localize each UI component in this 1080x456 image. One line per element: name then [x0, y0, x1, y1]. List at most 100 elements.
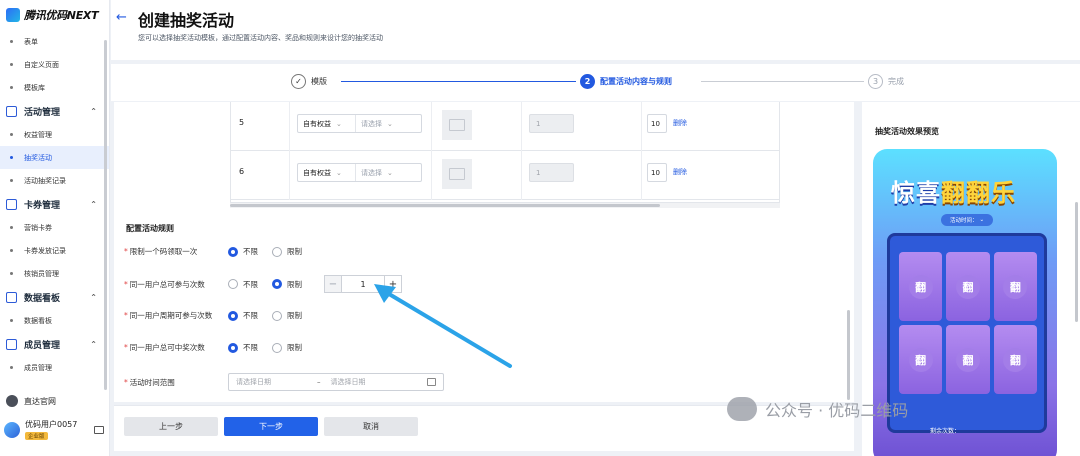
back-arrow-icon[interactable]: ←: [116, 10, 127, 25]
sidebar-group-7[interactable]: 卡券管理 ⌃: [0, 192, 109, 216]
radio-limited[interactable]: 限制: [272, 279, 302, 290]
required-mark: *: [124, 343, 128, 352]
sidebar-group-label: 成员管理: [24, 340, 61, 351]
radio-unlimited[interactable]: 不限: [228, 342, 258, 353]
amount-field[interactable]: 1: [529, 114, 574, 133]
rule-label: 同一用户周期可参与次数: [129, 311, 213, 320]
logo-text: 腾讯优码NEXT: [24, 9, 99, 22]
check-icon: ✓: [291, 74, 306, 89]
sidebar-group-13[interactable]: 成员管理 ⌃: [0, 332, 109, 356]
delete-link[interactable]: 删除: [673, 118, 687, 128]
start-date-input[interactable]: 请选择日期: [236, 377, 271, 387]
image-placeholder-icon[interactable]: [442, 159, 472, 189]
prev-step-button[interactable]: 上一步: [124, 417, 218, 436]
sidebar-group-11[interactable]: 数据看板 ⌃: [0, 285, 109, 309]
sidebar-item-2[interactable]: 模板库: [0, 76, 109, 99]
radio-limited[interactable]: 限制: [272, 246, 302, 257]
step-label: 模版: [311, 77, 327, 86]
sidebar-item-9[interactable]: 卡券发放记录: [0, 239, 109, 262]
cancel-button[interactable]: 取消: [324, 417, 418, 436]
radio-label: 不限: [243, 343, 258, 352]
sidebar-item-0[interactable]: 表单: [0, 30, 109, 53]
table-row: 6 自有权益 ⌄ 请选择 ⌄ 1 10 删除: [231, 151, 779, 200]
sidebar-item-12[interactable]: 数据看板: [0, 309, 109, 332]
sidebar-item-4[interactable]: 权益管理: [0, 123, 109, 146]
step-finish: 3 完成: [868, 74, 904, 89]
sidebar-scrollbar[interactable]: [104, 40, 107, 390]
row-number: 6: [239, 167, 245, 176]
flip-card: 翻: [946, 252, 990, 321]
bullet-icon: [10, 156, 13, 159]
next-step-button[interactable]: 下一步: [224, 417, 318, 436]
radio-label: 不限: [243, 247, 258, 256]
chevron-up-icon: ⌃: [90, 292, 97, 302]
sidebar-item-label: 数据看板: [24, 316, 52, 325]
avatar[interactable]: [4, 421, 20, 438]
page-subtitle: 您可以选择抽奖活动模板，通过配置活动内容、奖品和规则来设计您的抽奖活动: [138, 34, 383, 42]
prize-table: 5 自有权益 ⌄ 请选择 ⌄ 1 10 删除 6 自有权益 ⌄ 请选择 ⌄ 1: [230, 102, 780, 202]
rule-label: 限制一个码领取一次: [129, 247, 198, 256]
rule-row-period-participation: * 同一用户周期可参与次数 不限 限制: [124, 310, 316, 321]
radio-label: 不限: [243, 279, 258, 289]
sidebar-group-label: 卡券管理: [24, 200, 61, 211]
step-indicator: ✓ 模版 2 配置活动内容与规则 3 完成: [111, 64, 1080, 101]
sidebar-item-8[interactable]: 营销卡券: [0, 216, 109, 239]
quantity-field[interactable]: 10: [647, 163, 667, 182]
sidebar-item-label: 卡券发放记录: [24, 246, 66, 255]
sidebar-item-1[interactable]: 自定义页面: [0, 53, 109, 76]
mail-icon[interactable]: [94, 425, 104, 434]
sidebar-item-5[interactable]: 抽奖活动: [0, 146, 109, 169]
radio-limited[interactable]: 限制: [272, 310, 302, 321]
preview-scrollbar[interactable]: [1075, 202, 1078, 322]
time-pill-label: 活动时间：: [949, 218, 978, 224]
preview-title: 抽奖活动效果预览: [875, 127, 939, 136]
main-scrollbar[interactable]: [847, 310, 850, 400]
flip-card-machine: 翻翻翻翻翻翻 剩余次数：: [887, 233, 1047, 435]
amount-field[interactable]: 1: [529, 163, 574, 182]
sidebar-item-10[interactable]: 核销员管理: [0, 262, 109, 285]
arrow-head: [374, 284, 396, 303]
page-title: 创建抽奖活动: [138, 11, 235, 30]
radio-checked-icon: [228, 310, 238, 321]
image-placeholder-icon[interactable]: [442, 110, 472, 140]
app-logo[interactable]: 腾讯优码NEXT: [0, 0, 109, 30]
arrow-shaft: [382, 289, 512, 368]
column-divider: [641, 102, 642, 151]
sidebar-item-14[interactable]: 成员管理: [0, 356, 109, 379]
scrollbar-thumb[interactable]: [230, 204, 660, 207]
user-profile[interactable]: 优码用户0057 企业版: [4, 419, 108, 440]
rules-section-title: 配置活动规则: [126, 224, 174, 233]
home-link[interactable]: 直达官网: [6, 395, 56, 407]
radio-label: 限制: [287, 311, 302, 320]
step-label: 完成: [888, 77, 904, 86]
flip-card-label: 翻: [1003, 274, 1028, 299]
delete-link[interactable]: 删除: [673, 167, 687, 177]
radio-unlimited[interactable]: 不限: [228, 310, 258, 321]
page-header: ← 创建抽奖活动 您可以选择抽奖活动模板，通过配置活动内容、奖品和规则来设计您的…: [111, 0, 1080, 60]
coupon-icon: [6, 198, 17, 210]
radio-checked-icon: [228, 342, 238, 353]
radio-unlimited[interactable]: 不限: [228, 279, 258, 290]
rule-label: 同一用户总可参与次数: [129, 279, 205, 289]
radio-unchecked-icon: [272, 246, 282, 257]
radio-limited[interactable]: 限制: [272, 342, 302, 353]
required-mark: *: [124, 279, 128, 289]
radio-unlimited[interactable]: 不限: [228, 246, 258, 257]
game-title-part: 惊喜: [891, 179, 941, 207]
calendar-icon[interactable]: [427, 378, 436, 386]
sidebar-group-label: 数据看板: [24, 293, 61, 304]
sidebar-item-6[interactable]: 活动抽奖记录: [0, 169, 109, 192]
date-range-picker[interactable]: 请选择日期 – 请选择日期: [228, 373, 444, 391]
decrement-button[interactable]: −: [324, 275, 342, 293]
quantity-field[interactable]: 10: [647, 114, 667, 133]
table-horizontal-scrollbar[interactable]: [230, 202, 780, 208]
bullet-icon: [10, 226, 13, 229]
user-name: 优码用户0057: [25, 420, 78, 429]
bullet-icon: [10, 319, 13, 322]
end-date-input[interactable]: 请选择日期: [331, 377, 366, 387]
prize-type-select[interactable]: 自有权益 ⌄ 请选择 ⌄: [297, 114, 422, 133]
prize-type-select[interactable]: 自有权益 ⌄ 请选择 ⌄: [297, 163, 422, 182]
row-number: 5: [239, 118, 245, 127]
sidebar-item-label: 抽奖活动: [24, 153, 52, 162]
sidebar-group-3[interactable]: 活动管理 ⌃: [0, 99, 109, 123]
